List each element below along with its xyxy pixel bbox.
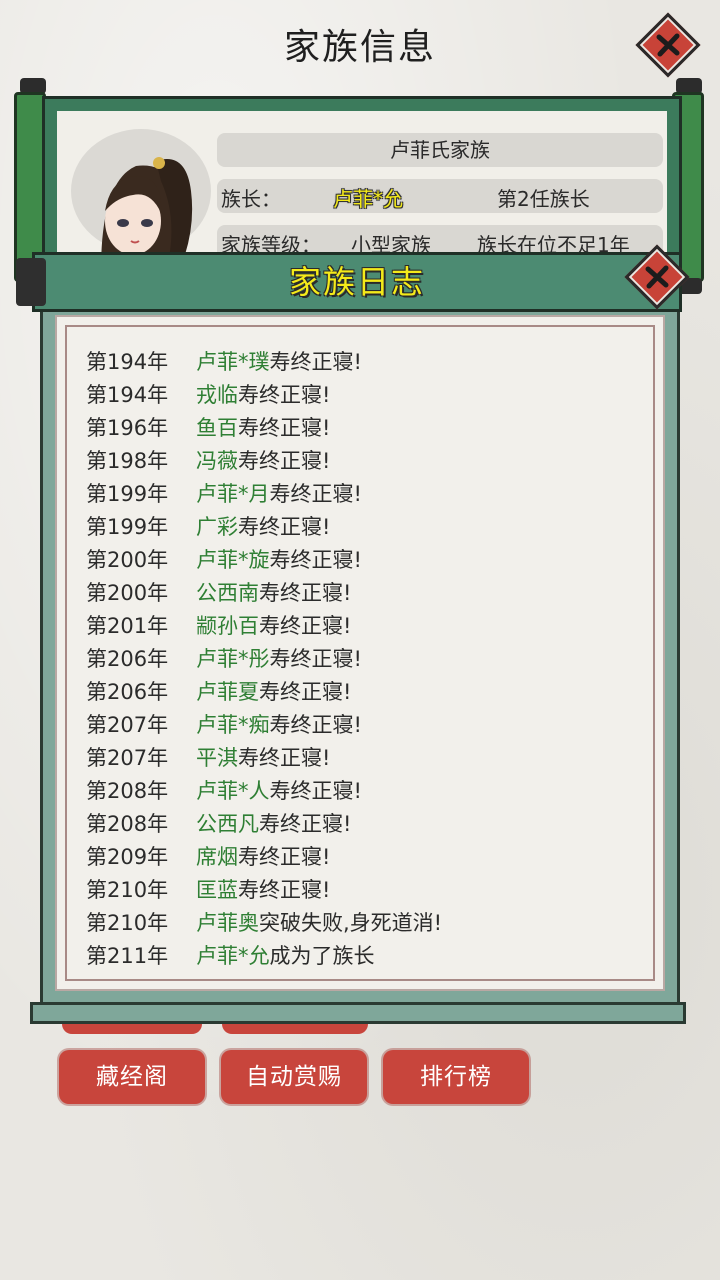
close-icon [637, 257, 677, 297]
log-entry-event: 寿终正寝! [269, 482, 362, 506]
leader-generation: 第2任族长 [497, 187, 590, 211]
log-entry-year: 第208年 [86, 779, 169, 803]
log-entry-event: 寿终正寝! [259, 614, 352, 638]
log-header-cap-left [16, 258, 46, 306]
log-entry-name: 卢菲*旋 [196, 548, 270, 572]
log-entry: 第210年 匡蓝寿终正寝! [86, 874, 646, 907]
log-entry: 第199年 卢菲*月寿终正寝! [86, 478, 646, 511]
ranking-button[interactable]: 排行榜 [383, 1050, 529, 1104]
log-entry-event: 寿终正寝! [269, 647, 362, 671]
log-entry-year: 第194年 [86, 350, 169, 374]
log-entry-name: 广彩 [196, 515, 238, 539]
leader-bar [217, 179, 663, 213]
log-entry-event: 寿终正寝! [259, 680, 352, 704]
log-entry-year: 第199年 [86, 482, 169, 506]
log-entry-name: 颛孙百 [196, 614, 259, 638]
log-entry: 第199年 广彩寿终正寝! [86, 511, 646, 544]
log-entry-event: 寿终正寝! [259, 581, 352, 605]
log-entry: 第198年 冯薇寿终正寝! [86, 445, 646, 478]
log-entry: 第207年 卢菲*痴寿终正寝! [86, 709, 646, 742]
log-entry-year: 第198年 [86, 449, 169, 473]
log-entry: 第200年 公西南寿终正寝! [86, 577, 646, 610]
leader-label: 族长： [221, 187, 281, 211]
log-entry: 第207年 平淇寿终正寝! [86, 742, 646, 775]
log-entry: 第194年 戎临寿终正寝! [86, 379, 646, 412]
page-title: 家族信息 [283, 27, 436, 68]
log-entry-event: 寿终正寝! [238, 416, 331, 440]
log-entry-event: 寿终正寝! [269, 779, 362, 803]
log-entry-name: 卢菲*人 [196, 779, 270, 803]
log-entry: 第211年 卢菲*允成为了族长 [86, 940, 646, 973]
log-entry: 第210年 卢菲奥突破失败,身死道消! [86, 907, 646, 940]
log-entry-name: 鱼百 [196, 416, 238, 440]
log-entry-event: 寿终正寝! [269, 548, 362, 572]
log-entry-name: 卢菲夏 [196, 680, 259, 704]
log-entry: 第208年 公西凡寿终正寝! [86, 808, 646, 841]
log-entry-name: 平淇 [196, 746, 238, 770]
log-entry-name: 冯薇 [196, 449, 238, 473]
family-log-header: 家族日志 [32, 252, 682, 312]
log-entry-year: 第207年 [86, 713, 169, 737]
log-entry-event: 突破失败,身死道消! [259, 911, 443, 935]
log-entry-event: 寿终正寝! [269, 713, 362, 737]
log-entry-year: 第200年 [86, 548, 169, 572]
log-entry-name: 公西凡 [196, 812, 259, 836]
log-entry-name: 卢菲*允 [196, 944, 270, 968]
log-entry: 第208年 卢菲*人寿终正寝! [86, 775, 646, 808]
log-entry-year: 第210年 [86, 878, 169, 902]
log-entry-event: 成为了族长 [269, 944, 375, 968]
log-entry-name: 卢菲*月 [196, 482, 270, 506]
log-entry-year: 第201年 [86, 614, 169, 638]
log-entry: 第200年 卢菲*旋寿终正寝! [86, 544, 646, 577]
log-entry: 第194年 卢菲*璞寿终正寝! [86, 346, 646, 379]
log-entry: 第206年 卢菲夏寿终正寝! [86, 676, 646, 709]
log-entry-name: 公西南 [196, 581, 259, 605]
log-entry-year: 第209年 [86, 845, 169, 869]
log-entry-event: 寿终正寝! [259, 812, 352, 836]
family-name: 卢菲氏家族 [390, 138, 490, 162]
log-entry-year: 第196年 [86, 416, 169, 440]
log-entry-event: 寿终正寝! [269, 350, 362, 374]
close-icon [648, 25, 688, 65]
family-log-bottom-rod [30, 1002, 686, 1024]
log-entry-event: 寿终正寝! [238, 515, 331, 539]
log-entry-event: 寿终正寝! [238, 449, 331, 473]
log-entry: 第206年 卢菲*彤寿终正寝! [86, 643, 646, 676]
log-entry-name: 卢菲*璞 [196, 350, 270, 374]
log-entry-year: 第206年 [86, 680, 169, 704]
log-entry-name: 席烟 [196, 845, 238, 869]
log-entry-event: 寿终正寝! [238, 878, 331, 902]
log-entry: 第196年 鱼百寿终正寝! [86, 412, 646, 445]
leader-name: 卢菲*允 [333, 187, 403, 211]
log-entry: 第201年 颛孙百寿终正寝! [86, 610, 646, 643]
family-log-list[interactable]: 第194年 卢菲*璞寿终正寝! 第194年 戎临寿终正寝! 第196年 鱼百寿终正寝!… [86, 346, 646, 973]
log-entry-year: 第206年 [86, 647, 169, 671]
log-entry-name: 匡蓝 [196, 878, 238, 902]
auto-reward-button[interactable]: 自动赏赐 [221, 1050, 367, 1104]
log-entry-event: 寿终正寝! [238, 845, 331, 869]
log-entry-year: 第199年 [86, 515, 169, 539]
log-entry-event: 寿终正寝! [238, 383, 331, 407]
log-entry-name: 卢菲*彤 [196, 647, 270, 671]
log-entry-year: 第211年 [86, 944, 169, 968]
log-entry-event: 寿终正寝! [238, 746, 331, 770]
family-log-title: 家族日志 [288, 263, 425, 301]
log-entry-year: 第194年 [86, 383, 169, 407]
log-entry-year: 第200年 [86, 581, 169, 605]
log-entry: 第209年 席烟寿终正寝! [86, 841, 646, 874]
log-entry-name: 卢菲奥 [196, 911, 259, 935]
log-entry-year: 第207年 [86, 746, 169, 770]
log-entry-year: 第210年 [86, 911, 169, 935]
log-entry-year: 第208年 [86, 812, 169, 836]
library-button[interactable]: 藏经阁 [59, 1050, 205, 1104]
log-entry-name: 戎临 [196, 383, 238, 407]
log-entry-name: 卢菲*痴 [196, 713, 270, 737]
